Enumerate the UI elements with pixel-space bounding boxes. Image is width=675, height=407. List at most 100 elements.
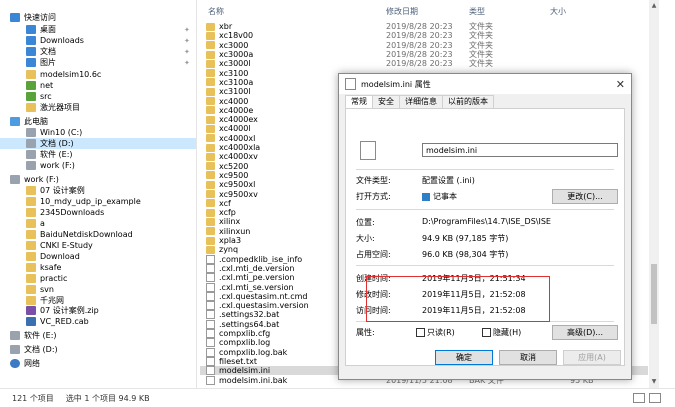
folder-icon [206,245,215,254]
file-row[interactable]: xc18v00 2019/8/28 20:23 文件夹 [200,31,648,40]
divider [356,169,614,170]
nav-item[interactable]: net [0,80,196,91]
column-header-date[interactable]: 修改日期 [386,6,418,16]
folder-icon [206,97,215,106]
drive-icon [10,345,20,354]
nav-item-label: src [40,92,52,101]
tab-previous-versions[interactable]: 以前的版本 [442,95,494,108]
close-icon[interactable]: ✕ [616,78,625,91]
pin-icon: ✦ [184,37,190,45]
folder-icon [26,103,36,112]
nav-item[interactable]: 文档 [0,46,196,57]
nav-item[interactable]: 此电脑 [0,116,196,127]
attributes-label: 属性: [356,328,375,337]
details-view-icon[interactable] [633,393,645,403]
file-icon [206,310,215,320]
nav-item[interactable]: src [0,91,196,102]
nav-item[interactable]: 07 设计案例 [0,185,196,196]
nav-item[interactable]: 文档 (D:) [0,138,196,149]
tab-details[interactable]: 详细信息 [399,95,443,108]
nav-item-label: CNKI E-Study [40,241,93,250]
nav-item[interactable]: 图片 [0,57,196,68]
folder-icon [26,274,36,283]
open-with-label: 打开方式: [356,192,391,201]
scroll-down-icon[interactable]: ▼ [650,378,658,386]
tab-general[interactable]: 常规 [345,95,373,109]
nav-item[interactable]: 2345Downloads [0,207,196,218]
nav-item[interactable]: CNKI E-Study [0,240,196,251]
file-row[interactable]: xc3000 2019/8/28 20:23 文件夹 [200,41,648,50]
file-row[interactable]: xc3000l 2019/8/28 20:23 文件夹 [200,59,648,68]
folder-icon [206,22,215,31]
nav-item[interactable]: 文档 (D:) [0,344,196,355]
nav-item[interactable]: 软件 (E:) [0,330,196,341]
file-row[interactable]: xc3000a 2019/8/28 20:23 文件夹 [200,50,648,59]
column-header-type[interactable]: 类型 [469,6,485,16]
nav-item-label: 文档 (D:) [40,139,74,148]
scroll-thumb[interactable] [651,264,657,324]
nav-item[interactable]: a [0,218,196,229]
readonly-checkbox[interactable]: 只读(R) [416,327,455,338]
nav-item[interactable]: BaiduNetdiskDownload [0,229,196,240]
nav-item-label: 2345Downloads [40,208,105,217]
nav-item[interactable]: svn [0,284,196,295]
tab-security[interactable]: 安全 [372,95,400,108]
ok-button[interactable]: 确定 [435,350,493,365]
nav-item[interactable]: work (F:) [0,160,196,171]
file-icon [360,141,376,160]
pane-divider[interactable] [196,0,197,388]
apply-button[interactable]: 应用(A) [563,350,621,365]
downloads-icon [26,36,36,45]
file-row[interactable]: xbr 2019/8/28 20:23 文件夹 [200,22,648,31]
nav-item[interactable]: work (F:) [0,174,196,185]
nav-item[interactable]: modelsim10.6c [0,69,196,80]
nav-item[interactable]: 桌面 [0,24,196,35]
change-button[interactable]: 更改(C)... [552,189,618,204]
column-header-size[interactable]: 大小 [550,6,566,16]
modified-date: 2019/8/28 20:23 [386,59,453,69]
column-header-name[interactable]: 名称 [208,6,224,16]
nav-item[interactable]: Download [0,251,196,262]
file-name: xc18v00 [219,31,254,41]
desktop-icon [26,25,36,34]
folder-icon [206,162,215,171]
pictures-icon [26,58,36,67]
checkbox-box[interactable] [416,328,425,337]
nav-item[interactable]: Downloads [0,35,196,46]
dialog-titlebar[interactable]: modelsim.ini 属性 ✕ [339,74,631,94]
nav-item-label: 桌面 [40,25,56,34]
nav-item[interactable]: ksafe [0,262,196,273]
pin-icon: ✦ [184,48,190,56]
folder-icon [26,197,36,206]
file-name-field[interactable]: modelsim.ini [422,143,618,157]
nav-item[interactable]: 07 设计案例.zip [0,305,196,316]
modified-date: 2019/8/28 20:23 [386,31,453,41]
nav-item-label: work (F:) [40,161,75,170]
file-icon [206,282,215,292]
nav-item[interactable]: 10_mdy_udp_ip_example [0,196,196,207]
folder-icon [26,263,36,272]
documents-icon [26,47,36,56]
nav-item[interactable]: 网络 [0,358,196,369]
advanced-button[interactable]: 高级(D)... [552,325,618,340]
checkbox-box[interactable] [482,328,491,337]
cancel-button[interactable]: 取消 [499,350,557,365]
nav-item[interactable]: 快速访问 [0,12,196,23]
vertical-scrollbar[interactable]: ▲ ▼ [649,0,659,388]
nav-item[interactable]: 软件 (E:) [0,149,196,160]
nav-item[interactable]: practic [0,273,196,284]
tiles-view-icon[interactable] [649,393,661,403]
network-icon [10,359,20,368]
nav-item-label: Download [40,252,80,261]
hidden-checkbox[interactable]: 隐藏(H) [482,327,521,338]
nav-item-label: Win10 (C:) [40,128,83,137]
nav-item-label: 文档 [40,47,56,56]
nav-item[interactable]: 激光器项目 [0,102,196,113]
file-icon [206,301,215,311]
nav-item[interactable]: VC_RED.cab [0,316,196,327]
nav-item-label: 图片 [40,58,56,67]
drive-icon [10,331,20,340]
zip-icon [26,306,36,315]
scroll-up-icon[interactable]: ▲ [650,2,658,10]
nav-item[interactable]: Win10 (C:) [0,127,196,138]
